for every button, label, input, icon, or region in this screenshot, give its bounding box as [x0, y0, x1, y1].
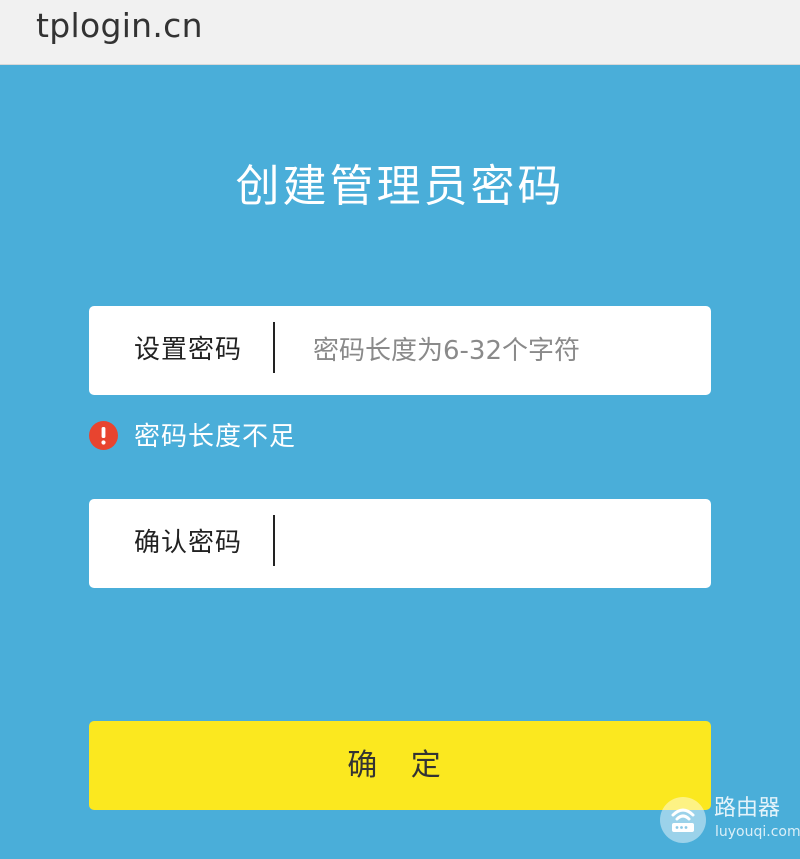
browser-address-bar[interactable]: tplogin.cn — [0, 0, 800, 65]
router-login-page: tplogin.cn 创建管理员密码 设置密码 密码长度不足 确认密码 确 定 — [0, 0, 800, 859]
confirm-button[interactable]: 确 定 — [89, 721, 711, 810]
confirm-password-input[interactable] — [313, 499, 693, 588]
watermark: 路由器 luyouqi.com — [660, 794, 800, 846]
text-cursor — [273, 515, 275, 566]
watermark-name: 路由器 — [714, 796, 781, 821]
exclamation-icon — [89, 421, 118, 450]
watermark-url: luyouqi.com — [715, 824, 800, 840]
page-title: 创建管理员密码 — [235, 161, 565, 212]
confirm-password-field[interactable]: 确认密码 — [89, 499, 711, 588]
address-url[interactable]: tplogin.cn — [36, 6, 203, 46]
confirm-password-label: 确认密码 — [134, 528, 243, 558]
password-label: 设置密码 — [134, 335, 243, 365]
password-field[interactable]: 设置密码 — [89, 306, 711, 395]
router-logo-icon — [660, 797, 706, 843]
text-cursor — [273, 322, 275, 373]
error-text: 密码长度不足 — [134, 422, 297, 452]
password-input[interactable] — [313, 306, 693, 395]
